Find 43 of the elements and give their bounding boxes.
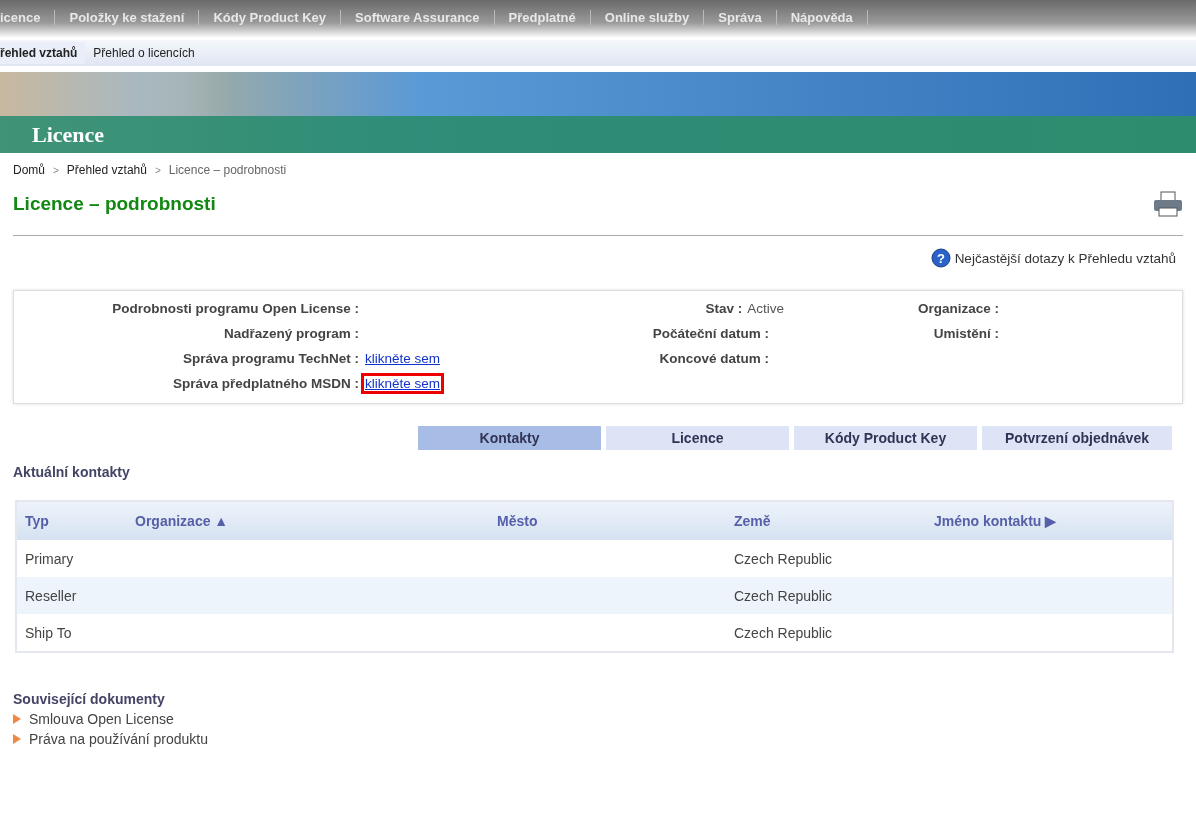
field-label: Stav : [704,301,743,316]
banner-title: Licence [32,121,105,148]
table-cell: Czech Republic [734,550,833,567]
table-cell: Primary [25,550,74,567]
column-header[interactable]: Typ [17,513,127,529]
breadcrumb-separator: > [53,164,59,176]
printer-icon[interactable] [1153,191,1183,217]
sub-nav-tab[interactable]: řehled vztahů [0,42,86,64]
column-header[interactable]: Město [489,513,726,529]
tab[interactable]: Licence [606,426,789,450]
section-title: Aktuální kontakty [12,463,131,480]
tab[interactable]: Potvrzení objednávek [982,426,1172,450]
help-icon[interactable]: ? [930,248,951,268]
page-title: Licence – podrobnosti [13,193,216,215]
field-label: Koncové datum : [658,351,769,366]
field-label: Umistění : [932,326,999,341]
table-cell: Czech Republic [734,624,833,641]
tab[interactable]: Kontakty [418,426,601,450]
field-label: Podrobnosti programu Open License : [111,301,359,316]
field-label: Organizace : [916,301,999,316]
field-label: Počáteční datum : [651,326,769,341]
field-label: Správa programu TechNet : [181,351,359,366]
manage-link[interactable]: klikněte sem [361,348,445,369]
table-cell: Czech Republic [734,587,833,604]
field-label: Správa předplatného MSDN : [171,376,359,391]
manage-link[interactable]: klikněte sem [361,373,445,394]
breadcrumb-item: Licence – podrobnosti [168,163,287,177]
faq-link[interactable]: Nejčastější dotazy k Přehledu vztahů [954,250,1176,266]
document-link[interactable]: Smlouva Open License [29,711,174,727]
column-header[interactable]: Země [726,513,926,529]
document-link[interactable]: Práva na používání produktu [29,731,208,747]
breadcrumb-separator: > [154,164,161,176]
section-title: Související dokumenty [12,690,166,707]
sub-nav-tab[interactable]: Přehled o licencích [85,42,203,64]
breadcrumb-item[interactable]: Domů [13,163,45,177]
column-header[interactable]: Organizace ▲ [127,513,489,529]
field-value: Active [747,301,784,316]
table-cell: Reseller [25,587,77,604]
tab[interactable]: Kódy Product Key [794,426,977,450]
table-cell: Ship To [25,624,72,641]
breadcrumb-item[interactable]: Přehled vztahů [66,163,147,177]
column-header[interactable]: Jméno kontaktu ▶ [926,513,1172,529]
field-label: Nadřazený program : [222,326,359,341]
